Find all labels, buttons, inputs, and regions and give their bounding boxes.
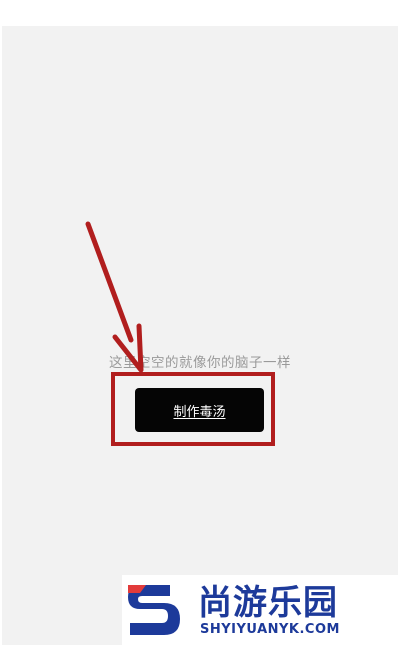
watermark-title: 尚游乐园 (198, 583, 338, 623)
watermark-logo-icon (128, 585, 180, 635)
watermark-subtitle: SHYIYUANYK.COM (200, 622, 340, 637)
site-watermark: 尚游乐园 SHYIYUANYK.COM (122, 575, 400, 645)
annotation-arrow-icon (85, 221, 144, 373)
